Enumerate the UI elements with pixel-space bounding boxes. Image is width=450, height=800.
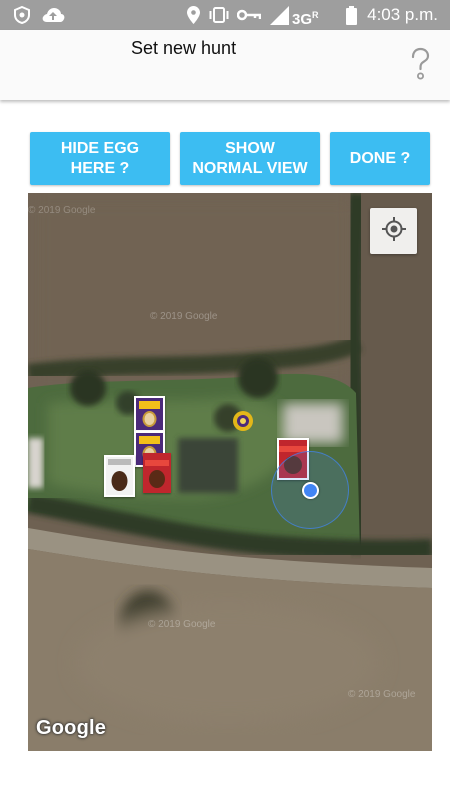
chocolate-egg-marker[interactable] bbox=[104, 455, 135, 497]
map-watermark: © 2019 Google bbox=[348, 689, 416, 700]
battery-icon bbox=[344, 0, 358, 30]
location-pin-icon bbox=[185, 0, 201, 30]
google-logo: Google bbox=[36, 717, 107, 739]
page-title: Set new hunt bbox=[131, 38, 237, 58]
key-icon bbox=[236, 0, 262, 30]
signal-icon bbox=[268, 0, 290, 30]
map-watermark: © 2019 Google bbox=[148, 619, 216, 630]
golden-egg-marker[interactable] bbox=[232, 410, 254, 432]
cloud-upload-icon bbox=[40, 0, 66, 30]
map-watermark: © 2019 Google bbox=[150, 311, 218, 322]
vibrate-icon bbox=[207, 0, 231, 30]
done-button[interactable]: DONE ? bbox=[330, 132, 430, 185]
hide-egg-button[interactable]: HIDE EGG HERE ? bbox=[30, 132, 170, 185]
creme-egg-box-marker[interactable] bbox=[134, 396, 165, 432]
maltesers-egg-marker[interactable] bbox=[143, 453, 171, 493]
network-type: 3GR bbox=[292, 10, 319, 28]
satellite-map[interactable]: © 2019 Google © 2019 Google © 2019 Googl… bbox=[28, 193, 432, 751]
question-mark-icon[interactable] bbox=[405, 46, 435, 84]
current-location-dot bbox=[302, 482, 319, 499]
shield-icon bbox=[12, 0, 32, 30]
my-location-button[interactable] bbox=[370, 208, 417, 254]
my-location-icon bbox=[381, 216, 407, 247]
map-watermark: © 2019 Google bbox=[28, 205, 96, 216]
status-time: 4:03 p.m. bbox=[367, 5, 438, 24]
status-bar: 3GR 4:03 p.m. bbox=[0, 0, 450, 30]
satellite-imagery bbox=[28, 193, 432, 751]
app-header: Set new hunt bbox=[0, 30, 450, 100]
show-normal-view-button[interactable]: SHOW NORMAL VIEW bbox=[180, 132, 320, 185]
